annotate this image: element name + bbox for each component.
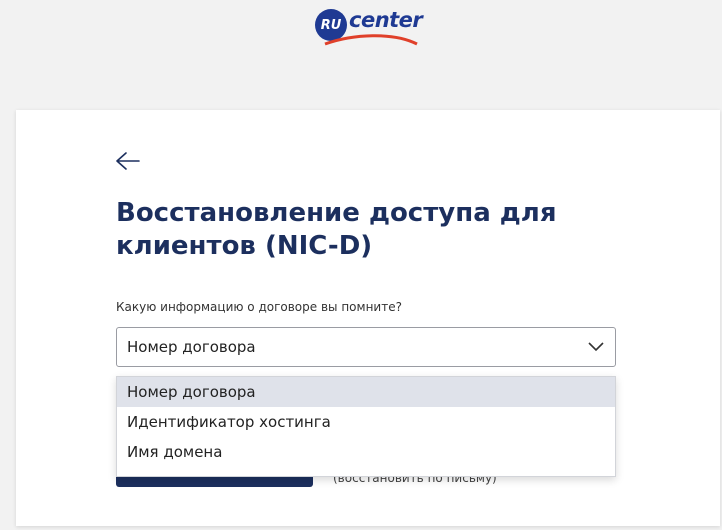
select-value: Номер договора bbox=[127, 338, 256, 356]
arrow-left-icon bbox=[116, 152, 140, 170]
option-contract-number[interactable]: Номер договора bbox=[117, 377, 615, 407]
contract-info-label: Какую информацию о договоре вы помните? bbox=[116, 300, 402, 314]
select-dropdown: Номер договора Идентификатор хостинга Им… bbox=[116, 376, 616, 477]
option-hosting-id[interactable]: Идентификатор хостинга bbox=[117, 407, 615, 437]
rucenter-logo[interactable]: RU center bbox=[315, 6, 423, 50]
contract-info-select[interactable]: Номер договора bbox=[116, 327, 616, 367]
chevron-down-icon bbox=[588, 342, 604, 352]
back-button[interactable] bbox=[115, 149, 141, 173]
option-domain-name[interactable]: Имя домена bbox=[117, 437, 615, 467]
page-title: Восстановление доступа для клиентов (NIC… bbox=[116, 198, 557, 261]
logo-swoosh-icon bbox=[324, 34, 418, 46]
